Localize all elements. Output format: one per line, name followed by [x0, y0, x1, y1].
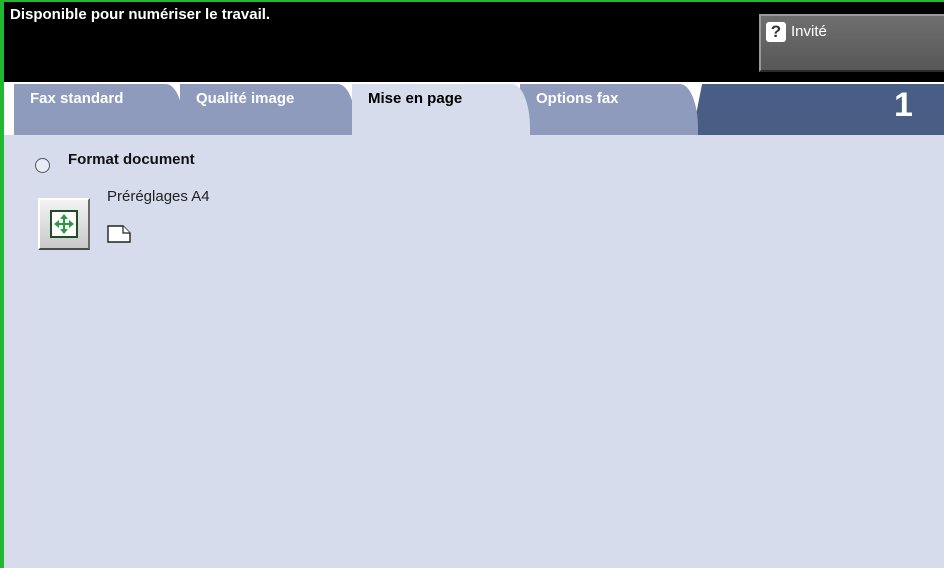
tab-label: Fax standard [30, 90, 124, 107]
tab-image-quality[interactable]: Qualité image [180, 84, 356, 135]
format-document-label: Format document [68, 151, 195, 168]
tab-label: Options fax [536, 90, 619, 107]
page-portrait-icon [107, 225, 131, 243]
tab-count-badge: 1 [894, 86, 913, 124]
resize-arrows-icon [50, 210, 78, 238]
tab-fax-options[interactable]: Options fax [520, 84, 698, 135]
document-size-button[interactable] [38, 198, 90, 250]
format-document-radio[interactable] [35, 158, 50, 173]
tab-label: Qualité image [196, 90, 295, 107]
tab-label: Mise en page [368, 90, 463, 107]
tab-fax-standard[interactable]: Fax standard [14, 84, 184, 135]
tab-layout[interactable]: Mise en page [352, 84, 530, 138]
preset-label: Préréglages A4 [107, 188, 210, 205]
help-question-icon: ? [766, 22, 786, 42]
status-message: Disponible pour numériser le travail. [10, 6, 271, 23]
user-button[interactable]: ? Invité [759, 14, 944, 72]
fax-layout-screen: Disponible pour numériser le travail. ? … [0, 0, 944, 568]
user-label: Invité [791, 23, 827, 40]
